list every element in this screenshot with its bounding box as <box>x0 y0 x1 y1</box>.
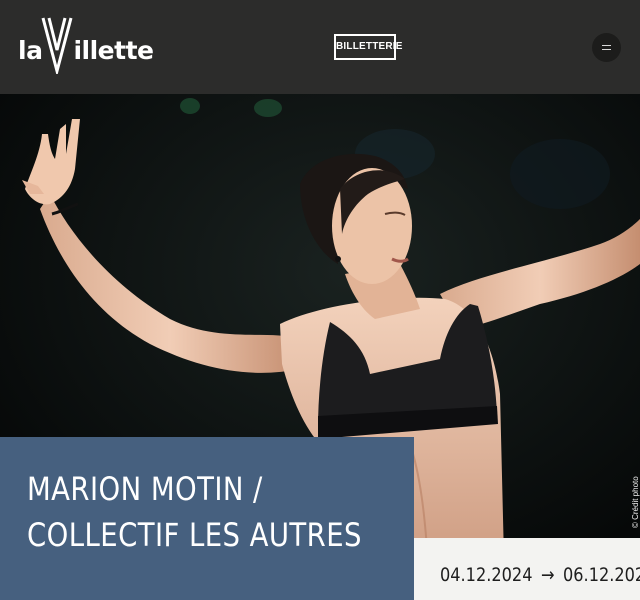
la-villette-logo[interactable]: la illette <box>18 16 154 74</box>
event-dates-panel: 04.12.2024 → 06.12.2024 <box>414 538 640 600</box>
logo-wordmark: la illette <box>18 36 154 65</box>
site-header: la illette BILLETTERIE <box>0 0 640 94</box>
arrow-right-icon: → <box>540 564 555 586</box>
menu-button[interactable] <box>592 33 621 62</box>
date-start: 04.12.2024 <box>440 564 533 586</box>
event-title-line-1: MARION MOTIN / <box>27 470 263 508</box>
date-end: 06.12.2024 <box>563 564 640 586</box>
logo-v-mark-icon <box>41 17 73 74</box>
event-dates: 04.12.2024 → 06.12.2024 <box>440 564 640 586</box>
billetterie-button[interactable]: BILLETTERIE <box>334 34 402 60</box>
photo-credit: © Crédit photo <box>631 476 640 528</box>
event-title-line-2: COLLECTIF LES AUTRES <box>27 516 362 554</box>
event-title-panel: MARION MOTIN / COLLECTIF LES AUTRES <box>0 437 414 600</box>
